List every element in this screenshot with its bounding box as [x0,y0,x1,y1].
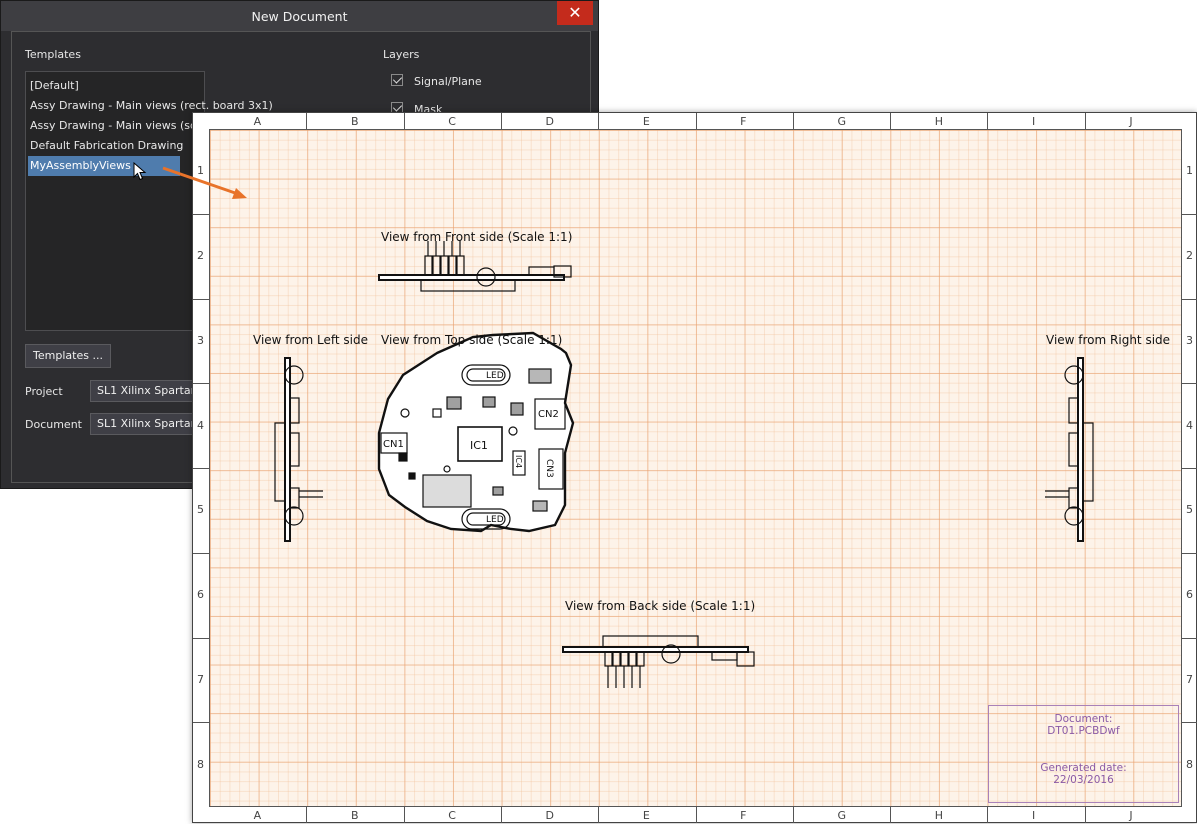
mouse-cursor-icon [133,162,147,181]
templates-label: Templates [25,48,81,61]
board-label-ic1: IC1 [470,439,488,452]
dialog-titlebar[interactable]: New Document ✕ [1,1,598,31]
close-button[interactable]: ✕ [557,1,593,25]
left-view-title: View from Left side [253,333,369,347]
top-view-board [377,331,575,533]
board-label-led-top: LED [486,371,504,381]
back-view-drawing [562,635,755,688]
board-label-cn1: CN1 [383,439,404,450]
layers-label: Layers [383,48,420,61]
template-item[interactable]: Default Fabrication Drawing [30,136,183,156]
template-item-selected[interactable]: MyAssemblyViews [28,156,180,176]
signal-plane-label: Signal/Plane [414,75,482,88]
right-view-drawing [1045,357,1094,542]
front-view-title: View from Front side (Scale 1:1) [381,230,573,244]
template-item[interactable]: [Default] [30,76,79,96]
left-view-drawing [274,357,323,542]
project-label: Project [25,385,63,398]
document-select[interactable]: SL1 Xilinx Spartan- [90,413,194,435]
templates-button[interactable]: Templates ... [25,344,111,368]
document-field-label: Document: [1054,713,1113,725]
back-view-title: View from Back side (Scale 1:1) [565,599,756,613]
template-item[interactable]: Assy Drawing - Main views (squa [30,116,211,136]
signal-plane-checkbox[interactable] [391,74,403,86]
board-label-cn2: CN2 [538,409,559,420]
close-icon: ✕ [568,3,582,22]
title-block: Document: DT01.PCBDwf Generated date: 22… [988,705,1179,803]
document-label: Document [25,418,82,431]
top-view-title: View from Top side (Scale 1:1) [381,333,563,347]
board-label-cn3: CN3 [544,459,554,478]
front-view-drawing [378,241,572,292]
drawing-sheet-preview: AABBCCDDEEFFGGHHIIJJ1122334455667788 LED… [192,112,1197,823]
document-field-value: DT01.PCBDwf [1047,725,1120,737]
board-label-ic4: IC4 [514,455,523,468]
templates-list[interactable]: [Default] Assy Drawing - Main views (rec… [25,71,273,331]
right-view-title: View from Right side [1046,333,1171,347]
generated-date-label: Generated date: [1040,762,1127,774]
board-label-led-bottom: LED [486,515,504,525]
project-select[interactable]: SL1 Xilinx Spartan- [90,380,194,402]
dialog-title: New Document [251,9,348,24]
generated-date-value: 22/03/2016 [1053,774,1114,786]
